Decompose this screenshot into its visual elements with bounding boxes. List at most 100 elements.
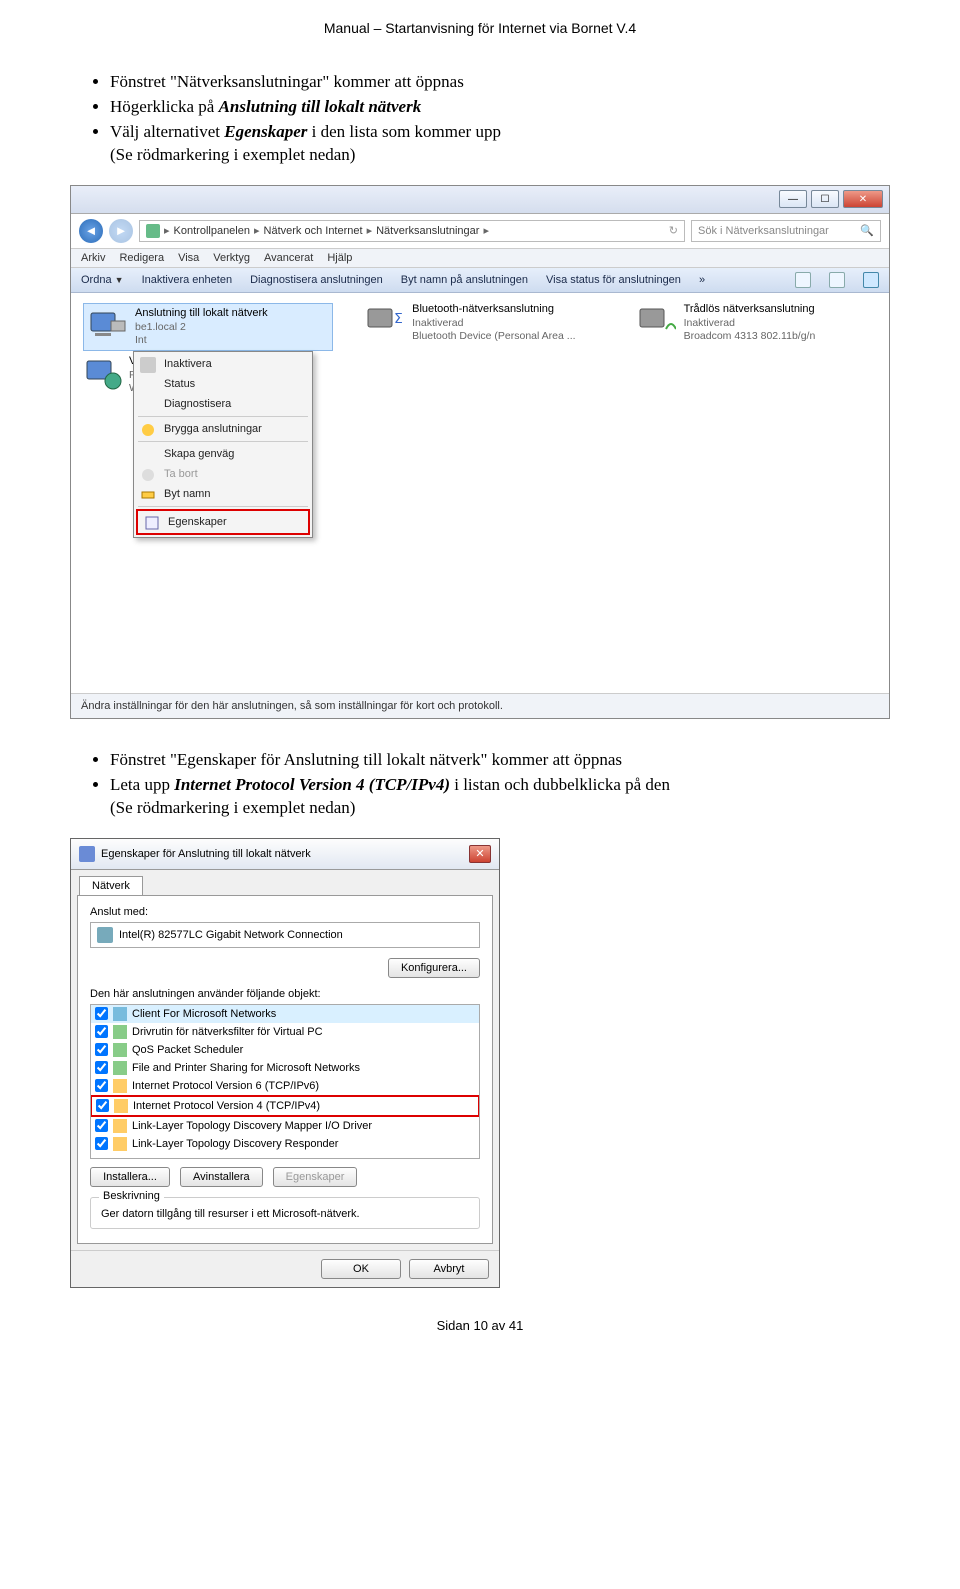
- bullet-item: Leta upp Internet Protocol Version 4 (TC…: [110, 774, 890, 820]
- minimize-button[interactable]: —: [779, 190, 807, 208]
- list-item[interactable]: Drivrutin för nätverksfilter för Virtual…: [91, 1023, 479, 1041]
- service-icon: [113, 1061, 127, 1075]
- checkbox[interactable]: [95, 1061, 108, 1074]
- page-header: Manual – Startanvisning för Internet via…: [70, 20, 890, 36]
- checkbox[interactable]: [95, 1043, 108, 1056]
- breadcrumb[interactable]: ▸ Kontrollpanelen ▸ Nätverk och Internet…: [139, 220, 685, 242]
- ctx-properties[interactable]: Egenskaper: [138, 512, 308, 532]
- help-icon[interactable]: [863, 272, 879, 288]
- toolbar-disable[interactable]: Inaktivera enheten: [142, 274, 233, 286]
- toolbar-status[interactable]: Visa status för anslutningen: [546, 274, 681, 286]
- statusbar: Ändra inställningar för den här anslutni…: [71, 693, 889, 718]
- protocol-icon: [113, 1079, 127, 1093]
- close-button[interactable]: ✕: [843, 190, 883, 208]
- ctx-disable[interactable]: Inaktivera: [134, 354, 312, 374]
- adapter-icon: [97, 927, 113, 943]
- service-icon: [113, 1043, 127, 1057]
- network-item-wifi[interactable]: Trådlös nätverksanslutning Inaktiverad B…: [636, 303, 877, 683]
- list-item[interactable]: Internet Protocol Version 6 (TCP/IPv6): [91, 1077, 479, 1095]
- properties-button[interactable]: Egenskaper: [273, 1167, 358, 1187]
- crumb[interactable]: Kontrollpanelen: [174, 225, 250, 237]
- tab-network[interactable]: Nätverk: [79, 876, 143, 895]
- context-menu: Inaktivera Status Diagnostisera Brygga a…: [133, 351, 313, 538]
- configure-button[interactable]: Konfigurera...: [388, 958, 480, 978]
- wifi-icon: [636, 303, 676, 343]
- ctx-delete[interactable]: Ta bort: [134, 464, 312, 484]
- ctx-status[interactable]: Status: [134, 374, 312, 394]
- net-title: Bluetooth-nätverksanslutning: [412, 303, 605, 317]
- dialog-icon: [79, 846, 95, 862]
- net-sub: Int: [135, 334, 329, 347]
- net-sub: be1.local 2: [135, 321, 329, 334]
- list-item[interactable]: File and Printer Sharing for Microsoft N…: [91, 1059, 479, 1077]
- chevron-icon: ▸: [164, 224, 170, 237]
- toolbar-more[interactable]: »: [699, 274, 705, 286]
- menubar: Arkiv Redigera Visa Verktyg Avancerat Hj…: [71, 249, 889, 268]
- placeholder-text: Sök i Nätverksanslutningar: [698, 225, 829, 237]
- ok-button[interactable]: OK: [321, 1259, 401, 1279]
- toolbar-rename[interactable]: Byt namn på anslutningen: [401, 274, 528, 286]
- checkbox[interactable]: [95, 1079, 108, 1092]
- bridge-icon: [140, 422, 156, 438]
- ctx-diagnose[interactable]: Diagnostisera: [134, 394, 312, 414]
- menu-item[interactable]: Avancerat: [264, 252, 313, 264]
- bullet-list-2: Fönstret "Egenskaper för Anslutning till…: [70, 749, 890, 820]
- dialog-titlebar: Egenskaper för Anslutning till lokalt nä…: [71, 839, 499, 870]
- menu-item[interactable]: Visa: [178, 252, 199, 264]
- ctx-bridge[interactable]: Brygga anslutningar: [134, 419, 312, 439]
- crumb[interactable]: Nätverk och Internet: [264, 225, 363, 237]
- italic-text: Internet Protocol Version 4 (TCP/IPv4): [174, 775, 450, 794]
- forward-button[interactable]: ►: [109, 219, 133, 243]
- red-highlight: Internet Protocol Version 4 (TCP/IPv4): [90, 1095, 480, 1117]
- menu-item[interactable]: Redigera: [119, 252, 164, 264]
- crumb[interactable]: Nätverksanslutningar: [376, 225, 479, 237]
- search-icon: 🔍: [860, 224, 874, 237]
- search-input[interactable]: Sök i Nätverksanslutningar 🔍: [691, 220, 881, 242]
- components-list[interactable]: Client For Microsoft Networks Drivrutin …: [90, 1004, 480, 1159]
- list-item[interactable]: Link-Layer Topology Discovery Mapper I/O…: [91, 1117, 479, 1135]
- preview-icon[interactable]: [829, 272, 845, 288]
- window-titlebar: — ☐ ✕: [71, 186, 889, 214]
- bullet-item: Fönstret "Nätverksanslutningar" kommer a…: [110, 71, 890, 94]
- screenshot-network-connections: — ☐ ✕ ◄ ► ▸ Kontrollpanelen ▸ Nätverk oc…: [70, 185, 890, 719]
- menu-item[interactable]: Arkiv: [81, 252, 105, 264]
- list-item[interactable]: QoS Packet Scheduler: [91, 1041, 479, 1059]
- menu-item[interactable]: Verktyg: [213, 252, 250, 264]
- rename-icon: [140, 487, 156, 503]
- checkbox[interactable]: [95, 1137, 108, 1150]
- dialog-body: Anslut med: Intel(R) 82577LC Gigabit Net…: [77, 895, 493, 1244]
- checkbox[interactable]: [95, 1119, 108, 1132]
- net-title: Trådlös nätverksanslutning: [684, 303, 877, 317]
- refresh-icon[interactable]: ↻: [669, 224, 678, 237]
- checkbox[interactable]: [96, 1099, 109, 1112]
- chevron-icon: ▸: [254, 224, 260, 237]
- checkbox[interactable]: [95, 1007, 108, 1020]
- close-button[interactable]: ✕: [469, 845, 491, 863]
- connect-with-label: Anslut med:: [90, 906, 480, 918]
- checkbox[interactable]: [95, 1025, 108, 1038]
- text: Välj alternativet: [110, 122, 224, 141]
- svg-text:ⵉ: ⵉ: [394, 310, 403, 326]
- page-footer: Sidan 10 av 41: [70, 1318, 890, 1333]
- view-icon[interactable]: [795, 272, 811, 288]
- description-group: Beskrivning Ger datorn tillgång till res…: [90, 1197, 480, 1229]
- uninstall-button[interactable]: Avinstallera: [180, 1167, 263, 1187]
- list-item[interactable]: Client For Microsoft Networks: [91, 1005, 479, 1023]
- service-icon: [113, 1025, 127, 1039]
- cancel-button[interactable]: Avbryt: [409, 1259, 489, 1279]
- install-button[interactable]: Installera...: [90, 1167, 170, 1187]
- list-item-ipv4[interactable]: Internet Protocol Version 4 (TCP/IPv4): [92, 1097, 478, 1115]
- back-button[interactable]: ◄: [79, 219, 103, 243]
- ctx-shortcut[interactable]: Skapa genväg: [134, 444, 312, 464]
- menu-item[interactable]: Hjälp: [327, 252, 352, 264]
- list-item[interactable]: Link-Layer Topology Discovery Responder: [91, 1135, 479, 1153]
- toolbar-diagnose[interactable]: Diagnostisera anslutningen: [250, 274, 383, 286]
- toolbar-organize[interactable]: Ordna ▼: [81, 274, 124, 286]
- description-label: Beskrivning: [99, 1190, 164, 1202]
- network-item-bluetooth[interactable]: ⵉ Bluetooth-nätverksanslutning Inaktiver…: [364, 303, 605, 683]
- ctx-rename[interactable]: Byt namn: [134, 484, 312, 504]
- network-item-lan[interactable]: Anslutning till lokalt nätverk be1.local…: [83, 303, 333, 351]
- maximize-button[interactable]: ☐: [811, 190, 839, 208]
- dialog-title: Egenskaper för Anslutning till lokalt nä…: [101, 848, 311, 860]
- tab-row: Nätverk: [71, 870, 499, 895]
